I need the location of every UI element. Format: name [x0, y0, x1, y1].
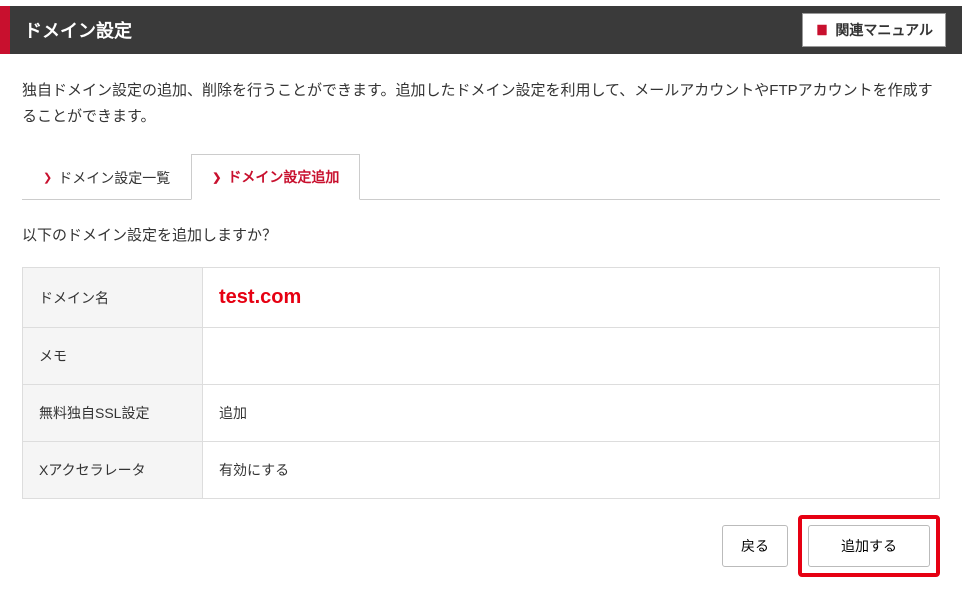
row-value-memo [203, 328, 940, 385]
page-header: ドメイン設定 関連マニュアル [0, 6, 962, 54]
title-wrap: ドメイン設定 [0, 6, 132, 54]
submit-button[interactable]: 追加する [808, 525, 930, 567]
confirm-text: 以下のドメイン設定を追加しますか？ [22, 224, 940, 245]
row-value-ssl: 追加 [203, 385, 940, 442]
row-value-xaccel: 有効にする [203, 442, 940, 499]
intro-text: 独自ドメイン設定の追加、削除を行うことができます。追加したドメイン設定を利用して… [22, 78, 940, 129]
confirm-table: ドメイン名 test.com メモ 無料独自SSL設定 追加 Xアクセラレータ … [22, 267, 940, 499]
page-title: ドメイン設定 [24, 17, 132, 43]
book-icon [815, 23, 829, 37]
row-label-ssl: 無料独自SSL設定 [23, 385, 203, 442]
table-row: メモ [23, 328, 940, 385]
title-accent [0, 6, 10, 54]
chevron-down-icon: ❯ [212, 171, 221, 184]
submit-highlight: 追加する [798, 515, 940, 577]
tab-domain-list[interactable]: ❯ ドメイン設定一覧 [22, 154, 191, 200]
domain-value: test.com [219, 286, 301, 308]
tabs: ❯ ドメイン設定一覧 ❯ ドメイン設定追加 [22, 153, 940, 200]
row-value-domain: test.com [203, 268, 940, 328]
chevron-right-icon: ❯ [43, 171, 52, 184]
table-row: ドメイン名 test.com [23, 268, 940, 328]
related-manual-button[interactable]: 関連マニュアル [802, 13, 946, 47]
tab-label: ドメイン設定一覧 [58, 168, 170, 188]
button-row: 戻る 追加する [22, 515, 940, 577]
row-label-memo: メモ [23, 328, 203, 385]
back-button[interactable]: 戻る [722, 525, 788, 567]
table-row: 無料独自SSL設定 追加 [23, 385, 940, 442]
row-label-domain: ドメイン名 [23, 268, 203, 328]
content: 独自ドメイン設定の追加、削除を行うことができます。追加したドメイン設定を利用して… [0, 54, 962, 601]
table-row: Xアクセラレータ 有効にする [23, 442, 940, 499]
tab-label: ドメイン設定追加 [227, 167, 339, 187]
related-manual-label: 関連マニュアル [835, 20, 933, 40]
tab-domain-add[interactable]: ❯ ドメイン設定追加 [191, 154, 360, 200]
row-label-xaccel: Xアクセラレータ [23, 442, 203, 499]
